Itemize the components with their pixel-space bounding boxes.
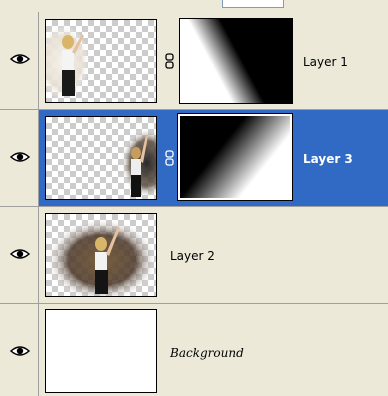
- eye-icon: [10, 346, 30, 356]
- layer-row-layer-1[interactable]: Layer 1: [0, 12, 388, 110]
- eye-icon: [10, 152, 30, 162]
- eye-icon: [10, 54, 30, 64]
- layer-content[interactable]: Background: [39, 304, 388, 396]
- layer-row-layer-3[interactable]: Layer 3: [0, 110, 388, 207]
- layers-panel: Layer 1 Layer 3 Layer 2 Background: [0, 0, 388, 396]
- layer-mask-thumbnail[interactable]: [179, 18, 293, 104]
- layer-name[interactable]: Layer 1: [303, 55, 348, 69]
- layer-name[interactable]: Layer 3: [303, 152, 353, 166]
- layer-content[interactable]: Layer 2: [39, 207, 388, 303]
- visibility-toggle[interactable]: [0, 304, 39, 396]
- layer-thumbnail[interactable]: [45, 213, 157, 297]
- layer-row-background[interactable]: Background: [0, 304, 388, 396]
- visibility-toggle[interactable]: [0, 110, 39, 206]
- layer-name[interactable]: Background: [170, 346, 244, 360]
- layer-mask-thumbnail[interactable]: [177, 113, 293, 201]
- layer-content[interactable]: Layer 3: [39, 110, 388, 206]
- layer-row-layer-2[interactable]: Layer 2: [0, 207, 388, 304]
- eye-icon: [10, 249, 30, 259]
- panel-top-edge: [0, 0, 388, 12]
- layer-thumbnail[interactable]: [45, 19, 157, 103]
- visibility-toggle[interactable]: [0, 12, 39, 109]
- layer-name[interactable]: Layer 2: [170, 249, 215, 263]
- layer-content[interactable]: Layer 1: [39, 12, 388, 109]
- link-chain-icon[interactable]: [165, 53, 174, 69]
- link-chain-icon[interactable]: [165, 150, 174, 166]
- layer-thumbnail[interactable]: [45, 309, 157, 393]
- visibility-toggle[interactable]: [0, 207, 39, 303]
- opacity-field-edge[interactable]: [222, 0, 284, 8]
- layer-thumbnail[interactable]: [45, 116, 157, 200]
